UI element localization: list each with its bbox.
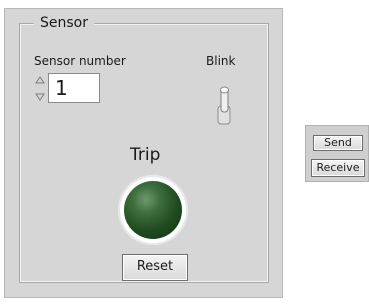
send-button[interactable]: Send bbox=[313, 135, 363, 151]
receive-button[interactable]: Receive bbox=[311, 159, 365, 177]
decrement-arrow-icon[interactable] bbox=[34, 89, 46, 104]
blink-label: Blink bbox=[206, 54, 236, 68]
sensor-number-stepper[interactable] bbox=[34, 72, 46, 104]
toggle-switch-icon bbox=[217, 86, 231, 125]
reset-button[interactable]: Reset bbox=[122, 254, 188, 281]
trip-label: Trip bbox=[130, 145, 161, 165]
sensor-number-control[interactable]: 1 bbox=[34, 72, 104, 104]
sensor-group-title: Sensor bbox=[34, 15, 94, 31]
trip-led-indicator bbox=[118, 175, 188, 245]
blink-toggle-switch[interactable] bbox=[212, 82, 238, 128]
trip-led-lamp bbox=[124, 181, 182, 239]
increment-arrow-icon[interactable] bbox=[34, 72, 46, 87]
sensor-number-input[interactable]: 1 bbox=[48, 73, 100, 103]
sensor-number-label: Sensor number bbox=[34, 54, 126, 68]
